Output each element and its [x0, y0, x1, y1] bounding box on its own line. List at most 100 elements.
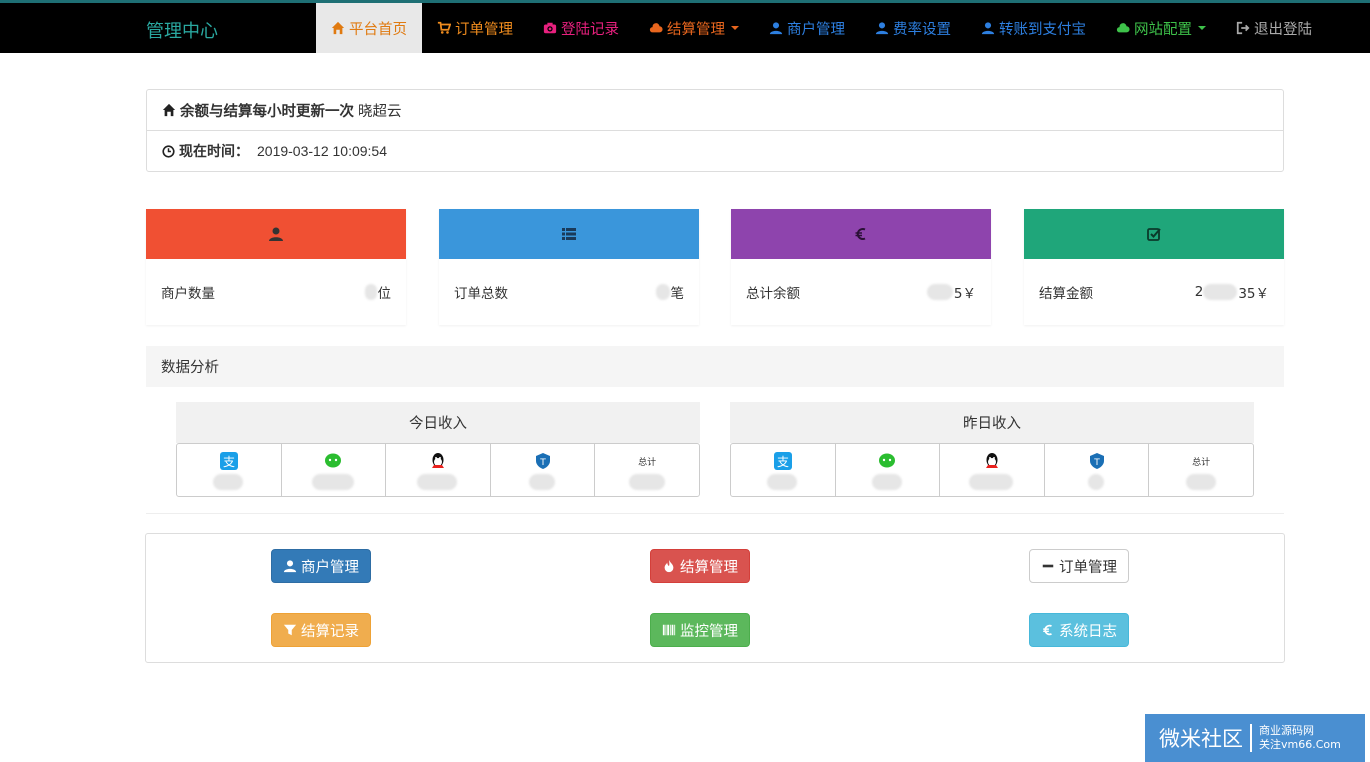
settlement-manage-button[interactable]: 结算管理 — [650, 549, 750, 583]
button-label: 监控管理 — [680, 623, 738, 640]
card-label: 商户数量 — [161, 286, 215, 302]
monitor-manage-button[interactable]: 监控管理 — [650, 613, 750, 647]
data-analysis-header: 数据分析 — [146, 346, 1284, 387]
today-income-title: 今日收入 — [176, 402, 700, 443]
total-label: 总计 — [638, 457, 657, 468]
income-alipay: 支 — [177, 444, 282, 496]
main-nav: 平台首页 订单管理 登陆记录 结算管理 商户管理 费率设置 转账到支付宝 网站配… — [316, 3, 1327, 53]
svg-text:支: 支 — [223, 455, 235, 469]
check-square-icon — [1147, 228, 1161, 241]
stat-card-merchants: 商户数量 位 — [146, 209, 406, 325]
info-panel: 余额与结算每小时更新一次 晓超云 现在时间： 2019-03-12 10:09:5… — [146, 89, 1284, 172]
card-value-unit: 笔 — [670, 286, 685, 302]
income-tenpay: T — [1045, 444, 1150, 496]
nav-item-merchants[interactable]: 商户管理 — [754, 3, 860, 53]
filter-icon — [283, 624, 297, 636]
income-tenpay: T — [491, 444, 596, 496]
button-label: 系统日志 — [1059, 623, 1117, 640]
quick-actions-panel: 商户管理 结算管理 订单管理 结算记录 监控管理 系统日志 — [145, 533, 1285, 663]
stat-card-balance: 总计余额 5￥ — [731, 209, 991, 325]
card-header — [1024, 209, 1284, 259]
yesterday-income-grid: 支 T 总计 — [730, 443, 1254, 497]
cloud-icon — [649, 23, 663, 33]
current-time-label: 现在时间： — [179, 144, 249, 160]
income-total: 总计 — [595, 444, 699, 496]
income-qq — [386, 444, 491, 496]
today-income-box: 今日收入 支 T 总计 — [176, 402, 700, 497]
income-wechat — [836, 444, 941, 496]
alipay-icon: 支 — [773, 452, 792, 470]
site-name: 晓超云 — [358, 103, 402, 120]
shield-icon: T — [1089, 453, 1104, 469]
top-navbar: 管理中心 平台首页 订单管理 登陆记录 结算管理 商户管理 费率设置 转账到支付… — [0, 0, 1370, 53]
nav-item-rates[interactable]: 费率设置 — [860, 3, 966, 53]
divider — [146, 513, 1284, 514]
card-value-unit: 位 — [377, 286, 392, 302]
card-value: 5￥ — [926, 282, 976, 302]
button-label: 结算管理 — [680, 559, 738, 576]
card-header — [731, 209, 991, 259]
settlement-records-button[interactable]: 结算记录 — [271, 613, 371, 647]
clock-icon — [162, 144, 175, 158]
watermark-line2: 关注vm66.Com — [1259, 738, 1341, 751]
watermark-logo: 微米社区 商业源码网 关注vm66.Com — [1145, 714, 1365, 762]
nav-item-label: 订单管理 — [455, 21, 513, 38]
alipay-icon: 支 — [219, 452, 238, 470]
total-label: 总计 — [1192, 457, 1211, 468]
brand-title[interactable]: 管理中心 — [146, 17, 218, 43]
nav-item-site-config[interactable]: 网站配置 — [1101, 3, 1221, 53]
camera-icon — [543, 22, 557, 34]
cloud-icon — [1116, 23, 1130, 33]
svg-text:T: T — [1093, 458, 1100, 468]
qq-icon — [431, 453, 444, 468]
merchant-manage-button[interactable]: 商户管理 — [271, 549, 371, 583]
cart-icon — [437, 21, 451, 34]
user-icon — [981, 22, 995, 35]
watermark-divider — [1250, 724, 1252, 752]
card-label: 结算金额 — [1039, 286, 1093, 302]
today-income-grid: 支 T 总计 — [176, 443, 700, 497]
info-headline: 余额与结算每小时更新一次 晓超云 — [147, 90, 1283, 131]
nav-item-label: 费率设置 — [893, 21, 951, 38]
card-label: 订单总数 — [454, 286, 508, 302]
card-label: 总计余额 — [746, 286, 800, 302]
nav-item-transfer-alipay[interactable]: 转账到支付宝 — [966, 3, 1101, 53]
nav-item-orders[interactable]: 订单管理 — [422, 3, 528, 53]
list-icon — [562, 228, 576, 240]
user-icon — [769, 22, 783, 35]
nav-item-label: 网站配置 — [1134, 21, 1192, 38]
button-label: 订单管理 — [1059, 559, 1117, 576]
user-icon — [283, 560, 297, 573]
nav-item-label: 平台首页 — [349, 21, 407, 38]
card-value-unit: 5￥ — [953, 286, 976, 302]
nav-item-logout[interactable]: 退出登陆 — [1221, 3, 1327, 53]
wechat-icon — [879, 453, 896, 468]
nav-item-settlement[interactable]: 结算管理 — [634, 3, 754, 53]
nav-item-label: 商户管理 — [787, 21, 845, 38]
nav-item-login-log[interactable]: 登陆记录 — [528, 3, 634, 53]
income-wechat — [282, 444, 387, 496]
income-alipay: 支 — [731, 444, 836, 496]
current-time-value: 2019-03-12 10:09:54 — [257, 143, 387, 159]
nav-item-label: 结算管理 — [667, 21, 725, 38]
fire-icon — [664, 559, 674, 573]
yesterday-income-box: 昨日收入 支 T 总计 — [730, 402, 1254, 497]
minus-icon — [1042, 564, 1054, 568]
watermark-line1: 商业源码网 — [1259, 724, 1314, 737]
card-value: 位 — [364, 282, 392, 302]
barcode-icon — [662, 624, 676, 636]
svg-text:支: 支 — [777, 455, 789, 469]
system-log-button[interactable]: 系统日志 — [1029, 613, 1129, 647]
home-icon — [162, 103, 176, 117]
euro-icon — [855, 228, 866, 240]
update-notice: 余额与结算每小时更新一次 — [180, 103, 354, 120]
order-manage-button[interactable]: 订单管理 — [1029, 549, 1129, 583]
nav-item-home[interactable]: 平台首页 — [316, 3, 422, 53]
shield-icon: T — [535, 453, 550, 469]
income-total: 总计 — [1149, 444, 1253, 496]
stat-card-orders: 订单总数 笔 — [439, 209, 699, 325]
card-value: 2 35￥ — [1195, 282, 1269, 302]
chevron-down-icon — [1198, 26, 1206, 30]
user-icon — [269, 227, 283, 241]
button-label: 结算记录 — [301, 623, 359, 640]
